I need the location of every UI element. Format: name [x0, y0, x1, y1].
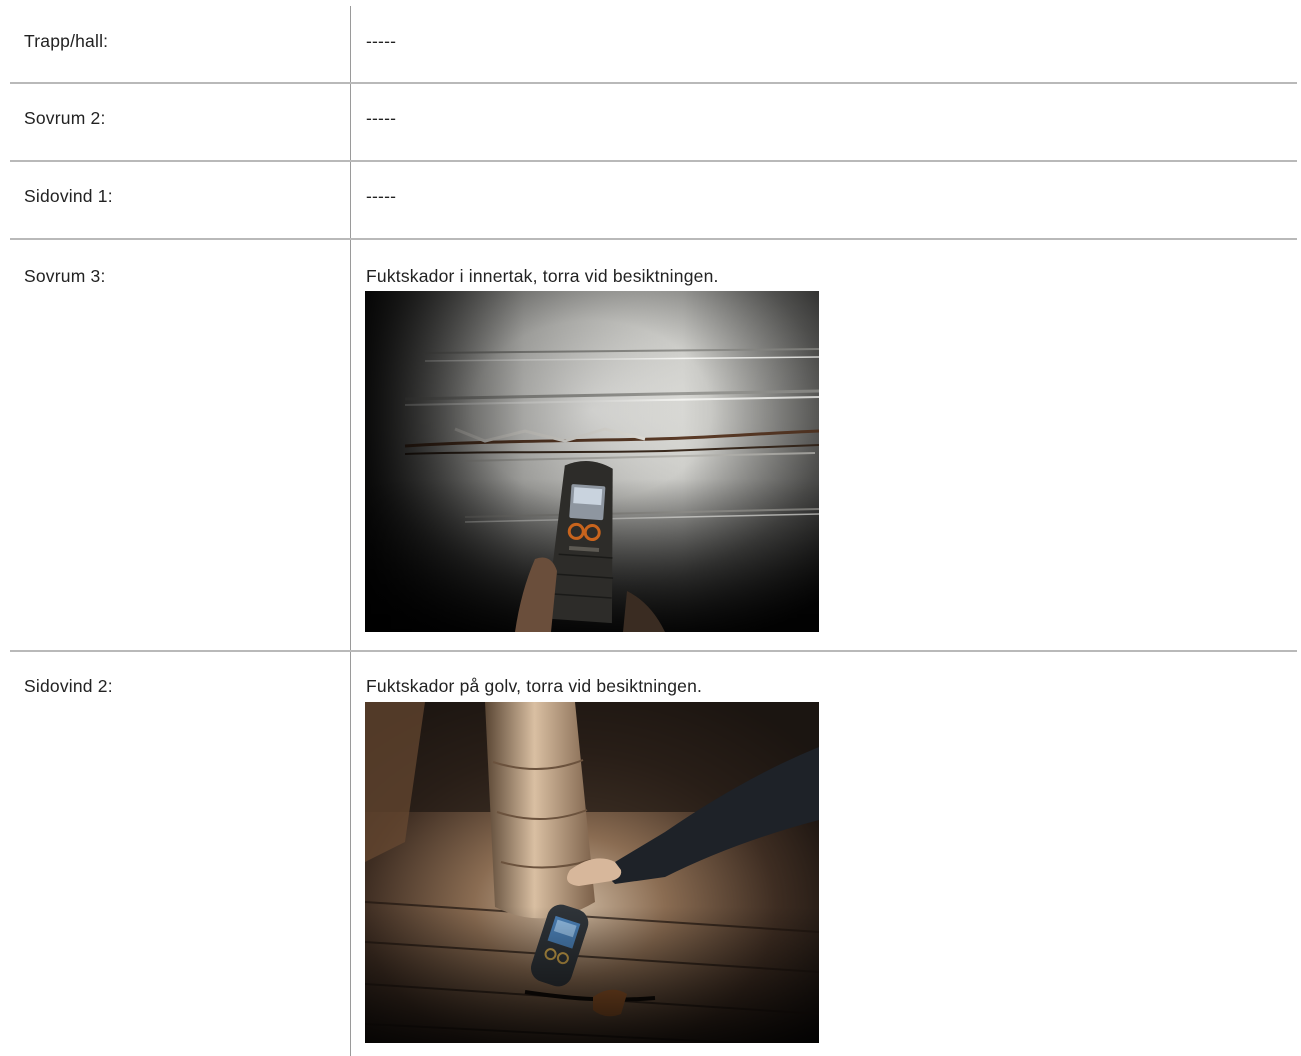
row-value: -----: [366, 31, 397, 51]
row-value: Fuktskador på golv, torra vid besiktning…: [366, 676, 703, 696]
row-value: Fuktskador i innertak, torra vid besiktn…: [366, 266, 719, 286]
table-row-sidovind-2: Sidovind 2: Fuktskador på golv, torra vi…: [10, 652, 1297, 1056]
row-label: Sovrum 2:: [24, 108, 106, 128]
table-row-sovrum-2: Sovrum 2: -----: [10, 84, 1297, 162]
row-label: Sidovind 1:: [24, 186, 113, 206]
moisture-meter-on-ceiling-photo: [365, 291, 819, 632]
table-row-sidovind-1: Sidovind 1: -----: [10, 162, 1297, 240]
moisture-meter-on-floor-photo: [365, 702, 819, 1043]
row-label: Sidovind 2:: [24, 676, 113, 696]
row-value: -----: [366, 108, 397, 128]
inspection-table: Trapp/hall: ----- Sovrum 2: ----- Sidovi…: [10, 0, 1297, 1056]
row-label: Trapp/hall:: [24, 31, 109, 51]
table-row-trapp-hall: Trapp/hall: -----: [10, 0, 1297, 84]
row-label: Sovrum 3:: [24, 266, 106, 286]
table-row-sovrum-3: Sovrum 3: Fuktskador i innertak, torra v…: [10, 240, 1297, 652]
row-value: -----: [366, 186, 397, 206]
